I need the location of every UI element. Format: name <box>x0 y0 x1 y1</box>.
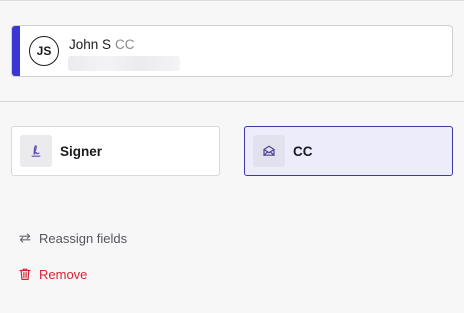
role-option-cc[interactable]: CC <box>244 126 453 176</box>
top-divider <box>0 0 464 1</box>
avatar: JS <box>29 36 59 66</box>
role-option-signer[interactable]: Signer <box>11 126 220 176</box>
section-divider <box>0 101 464 102</box>
reassign-fields-button[interactable]: Reassign fields <box>17 229 127 247</box>
envelope-open-icon <box>253 135 285 167</box>
recipient-role-tag: CC <box>115 37 135 52</box>
recipient-card[interactable]: JS John S CC <box>11 25 453 77</box>
trash-icon <box>17 266 33 282</box>
signature-icon <box>20 135 52 167</box>
role-label-signer: Signer <box>60 144 103 159</box>
redacted-email <box>68 56 180 71</box>
role-label-cc: CC <box>293 144 313 159</box>
recipient-name-line: John S CC <box>69 37 135 52</box>
recipient-accent-bar <box>12 26 20 76</box>
swap-arrows-icon <box>17 230 33 246</box>
remove-button[interactable]: Remove <box>17 265 87 283</box>
recipient-name: John S <box>69 37 112 52</box>
remove-label: Remove <box>39 266 88 282</box>
reassign-fields-label: Reassign fields <box>39 230 128 246</box>
